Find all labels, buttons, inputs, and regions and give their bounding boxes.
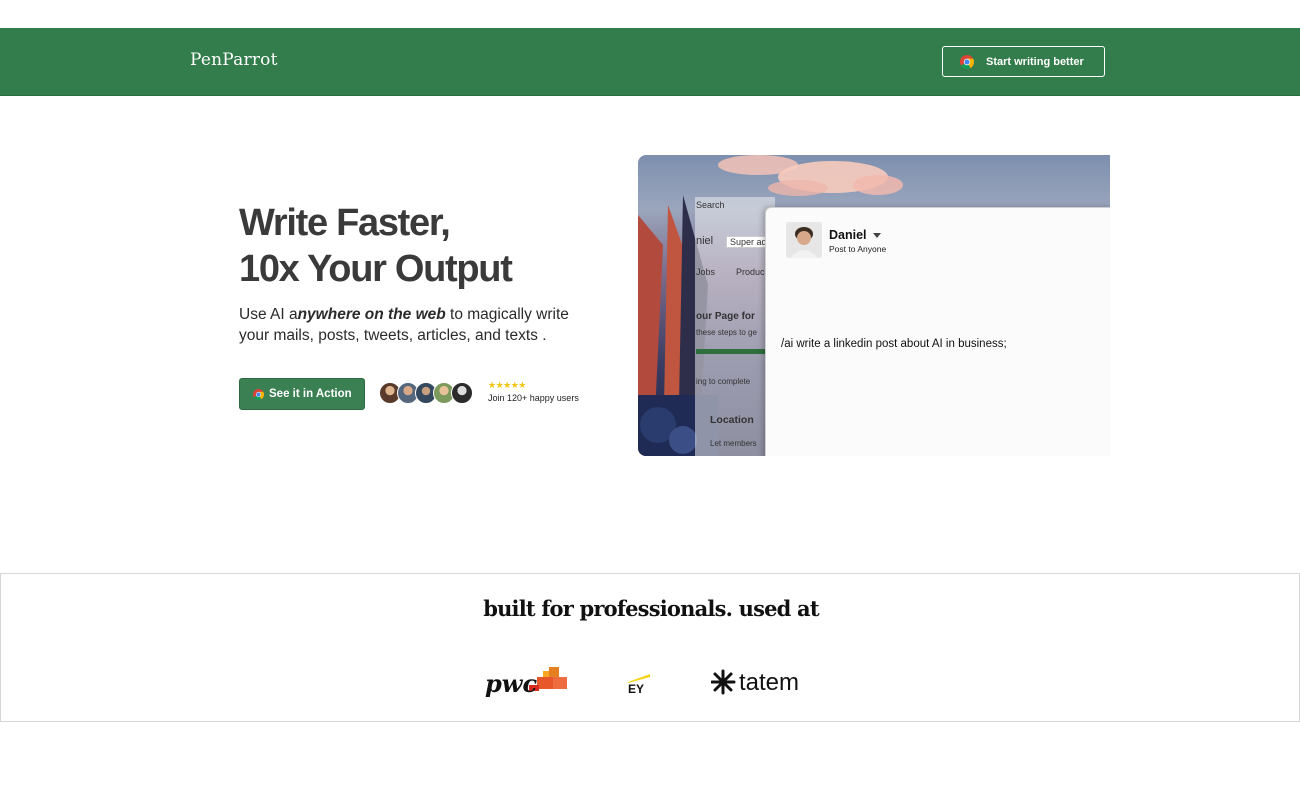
bg-complete-text: ing to complete <box>696 377 751 386</box>
hero-title-line1: Write Faster, <box>239 202 451 244</box>
hero-title: Write Faster, 10x Your Output <box>239 200 619 292</box>
professionals-section: built for professionals. used at pwc EY … <box>0 573 1300 722</box>
bg-progress-bar <box>696 349 766 354</box>
ey-logo-text: EY <box>628 682 644 696</box>
bg-name-text: niel <box>696 235 714 247</box>
professionals-title: built for professionals. used at <box>483 596 819 621</box>
tatem-logo-text: tatem <box>739 669 799 696</box>
post-audience: Post to Anyone <box>829 244 887 254</box>
bg-page-heading: our Page for <box>696 311 755 322</box>
post-author-avatar <box>786 222 822 258</box>
avatar <box>451 382 473 404</box>
subtitle-pre: Use AI a <box>239 306 298 323</box>
hero-product-screenshot: Search niel Super ad Jobs Produc our Pag… <box>638 155 1110 456</box>
brand-logo[interactable]: PenParrot <box>190 50 278 70</box>
start-writing-label: Start writing better <box>986 55 1084 68</box>
bg-members-text: Let members <box>710 439 757 448</box>
happy-users-text: Join 120+ happy users <box>488 393 579 403</box>
chrome-icon <box>253 388 264 400</box>
bg-steps-text: these steps to ge <box>696 328 757 337</box>
chrome-icon <box>960 54 974 69</box>
rating-block: ★★★★★ Join 120+ happy users <box>488 380 579 403</box>
star-rating-icon: ★★★★★ <box>488 380 526 390</box>
user-avatars <box>379 382 473 404</box>
tatem-logo: tatem <box>710 668 821 698</box>
post-prompt-text: /ai write a linkedin post about AI in bu… <box>781 338 1007 350</box>
audience-dropdown-icon[interactable] <box>873 233 881 238</box>
start-writing-button[interactable]: Start writing better <box>942 46 1105 77</box>
bg-location-heading: Location <box>710 414 754 426</box>
see-it-in-action-label: See it in Action <box>269 388 352 400</box>
pwc-logo-text: pwc <box>485 669 537 697</box>
linkedin-post-composer: Daniel Post to Anyone /ai write a linked… <box>765 207 1110 456</box>
subtitle-emphasis: nywhere on the web <box>297 306 446 323</box>
see-it-in-action-button[interactable]: See it in Action <box>239 378 365 410</box>
hero-subtitle: Use AI anywhere on the web to magically … <box>239 304 599 346</box>
bg-products-tab: Produc <box>736 267 765 277</box>
bg-search-text: Search <box>696 200 725 210</box>
pwc-logo: pwc <box>485 667 571 698</box>
tatem-asterisk-icon <box>710 669 736 695</box>
ey-logo: EY <box>626 670 654 696</box>
hero-title-line2: 10x Your Output <box>239 248 513 290</box>
bg-jobs-tab: Jobs <box>696 267 716 277</box>
top-nav-bar: PenParrot Start writing better <box>0 28 1300 96</box>
bg-badge-text: Super ad <box>726 236 771 248</box>
post-author-name: Daniel <box>829 228 867 242</box>
